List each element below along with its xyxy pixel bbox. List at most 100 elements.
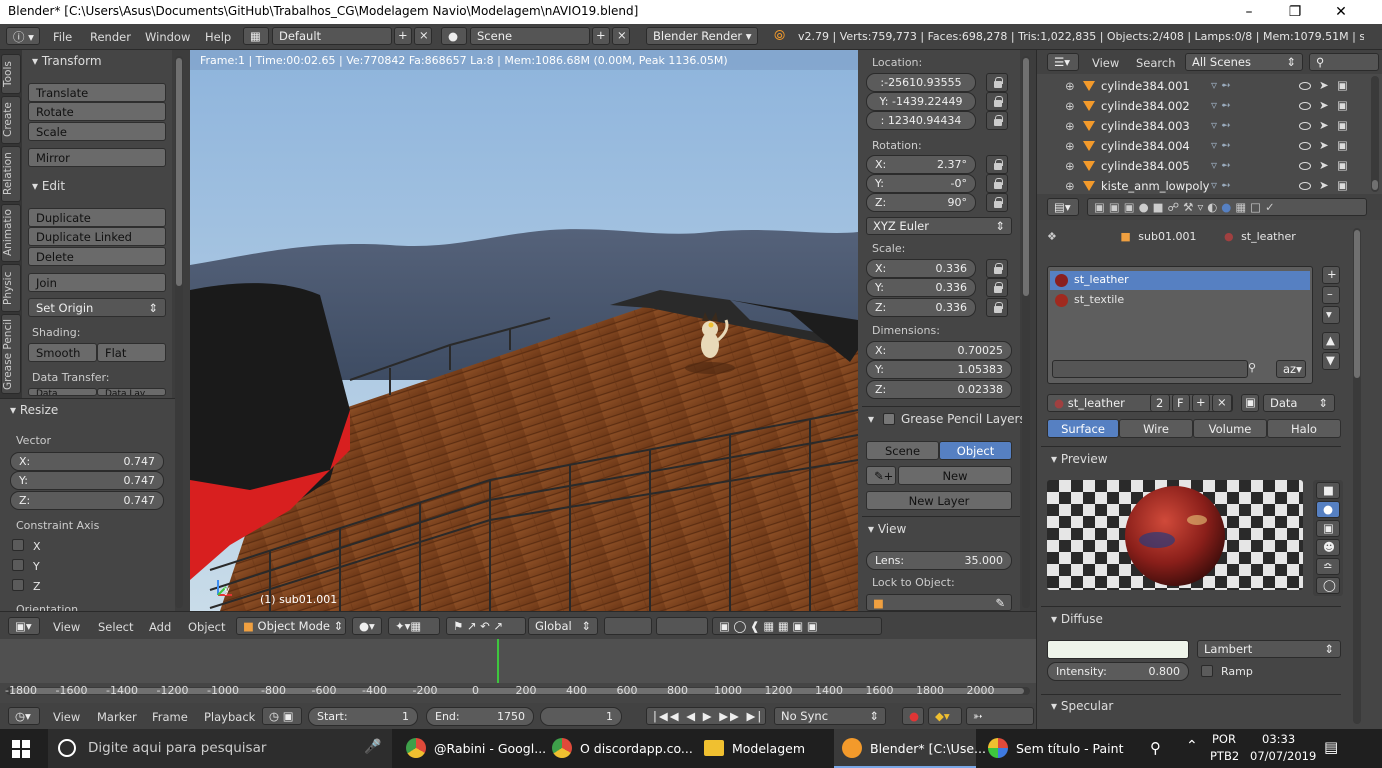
add-layout-icon[interactable]: + (394, 27, 412, 45)
tab-relation[interactable]: Relation (1, 146, 21, 202)
gp-new-button[interactable]: New (898, 466, 1012, 485)
dimension-z-field[interactable]: Z: 0.02338 (866, 380, 1012, 399)
render-camera-icon[interactable]: ▣ (1337, 178, 1348, 192)
lock-location-z-icon[interactable] (986, 111, 1008, 130)
outliner-row[interactable]: ⊕ cylinde384.002 ▿ ➻ ➤ ▣ (1063, 96, 1381, 116)
modifier-wrench-icon[interactable]: ▿ ➻ (1211, 98, 1231, 112)
flat-button[interactable]: Flat (97, 343, 166, 362)
notification-icon[interactable]: ▤ (1324, 738, 1338, 756)
layout-grid-icon[interactable]: ▦ (243, 27, 269, 45)
timeline[interactable]: -1800 -1600 -1400 -1200 -1000 -800 -600 -400 -20… (0, 639, 1036, 703)
scale-z-field[interactable]: Z: 0.336 (866, 298, 976, 317)
pin-icon[interactable]: ❖ (1047, 230, 1057, 243)
modifier-wrench-icon[interactable]: ▿ ➻ (1211, 78, 1231, 92)
record-icon[interactable]: ● (902, 707, 924, 725)
lock-scale-x-icon[interactable] (986, 259, 1008, 278)
lock-rotation-x-icon[interactable] (986, 155, 1008, 174)
rotation-y-field[interactable]: Y: -0° (866, 174, 976, 193)
expand-icon[interactable]: ⊕ (1065, 179, 1075, 193)
menu-help[interactable]: Help (205, 30, 231, 44)
visibility-eye-icon[interactable] (1299, 182, 1311, 190)
playback-controls[interactable]: |◀◀ ◀ ▶ ▶▶ ▶| (646, 707, 766, 725)
snap-and-render-icons[interactable]: ▣ ◯ ❰ ▦ ▦ ▣ ▣ (712, 617, 882, 635)
menu-render[interactable]: Render (90, 30, 131, 44)
material-slot-row[interactable]: st_leather (1050, 271, 1310, 290)
preview-sphere-icon[interactable]: ● (1316, 501, 1340, 518)
pivot-point-icon[interactable]: ✦▾▦ (388, 617, 440, 635)
rotation-x-field[interactable]: X: 2.37° (866, 155, 976, 174)
start-frame-field[interactable]: Start: 1 (308, 707, 418, 726)
link-select[interactable]: Data ⇕ (1263, 394, 1335, 412)
remove-scene-icon[interactable]: × (612, 27, 630, 45)
transform-orientation-select[interactable]: Global ⇕ (528, 617, 598, 635)
data-button[interactable]: Data (28, 388, 97, 396)
material-filter-input[interactable] (1052, 360, 1248, 378)
tool-shelf-scroll-thumb[interactable] (176, 58, 182, 286)
current-frame-field[interactable]: 1 (540, 707, 622, 726)
lock-location-y-icon[interactable] (986, 92, 1008, 111)
modifier-wrench-icon[interactable]: ▿ ➻ (1211, 178, 1231, 192)
expand-icon[interactable]: ⊕ (1065, 79, 1075, 93)
visibility-eye-icon[interactable] (1299, 122, 1311, 130)
expand-icon[interactable]: ⊕ (1065, 139, 1075, 153)
taskbar-app-chrome-2[interactable]: O discordapp.co... (544, 729, 693, 768)
transform-panel-header[interactable]: ▾ Transform (32, 54, 102, 68)
resize-panel-header[interactable]: ▾ Resize (10, 403, 58, 417)
tab-tools[interactable]: Tools (1, 54, 21, 94)
intensity-field[interactable]: Intensity: 0.800 (1047, 662, 1189, 681)
visibility-eye-icon[interactable] (1299, 142, 1311, 150)
render-engine-select[interactable]: Blender Render ▾ (646, 27, 758, 45)
tl-menu-view[interactable]: View (53, 710, 80, 724)
mode-select[interactable]: ■ Object Mode ⇕ (236, 617, 346, 635)
preview-range-icons[interactable]: ◷ ▣ (262, 707, 302, 725)
display-mode-select[interactable]: All Scenes ⇕ (1185, 53, 1303, 71)
lock-scale-z-icon[interactable] (986, 298, 1008, 317)
tl-menu-playback[interactable]: Playback (204, 710, 255, 724)
tl-menu-marker[interactable]: Marker (97, 710, 137, 724)
preview-panel-header[interactable]: ▾ Preview (1051, 452, 1108, 466)
outliner-menu-search[interactable]: Search (1136, 56, 1176, 70)
outliner-item-label[interactable]: kiste_anm_lowpoly (1101, 179, 1209, 193)
scale-button[interactable]: Scale (28, 122, 166, 141)
diffuse-panel-header[interactable]: ▾ Diffuse (1051, 612, 1103, 626)
info-editor-type-icon[interactable]: ⓘ ▾ (6, 27, 40, 45)
filter-search-icon[interactable]: ⚲ (1248, 361, 1256, 374)
dimension-x-field[interactable]: X: 0.70025 (866, 341, 1012, 360)
users-count[interactable]: 2 (1150, 394, 1170, 412)
outliner-row[interactable]: ⊕ cylinde384.001 ▿ ➻ ➤ ▣ (1063, 76, 1381, 96)
manipulator-icons[interactable]: ⚑ ↗ ↶ ↗ (446, 617, 526, 635)
preview-plane-icon[interactable]: ■ (1316, 482, 1340, 499)
delete-button[interactable]: Delete (28, 247, 166, 266)
select-arrow-icon[interactable]: ➤ (1319, 78, 1329, 92)
expand-icon[interactable]: ⊕ (1065, 99, 1075, 113)
outliner-row[interactable]: ⊕ cylinde384.003 ▿ ➻ ➤ ▣ (1063, 116, 1381, 136)
outliner-row[interactable]: ⊕ cylinde384.005 ▿ ➻ ➤ ▣ (1063, 156, 1381, 176)
constraint-z-checkbox[interactable] (12, 579, 24, 591)
location-x-field[interactable]: :-25610.93555 (866, 73, 976, 92)
select-arrow-icon[interactable]: ➤ (1319, 158, 1329, 172)
keying-set-icon[interactable]: ◆▾ (928, 707, 962, 725)
rotation-mode-select[interactable]: XYZ Euler ⇕ (866, 217, 1012, 235)
taskbar-app-explorer[interactable]: Modelagem (696, 729, 832, 768)
render-camera-icon[interactable]: ▣ (1337, 118, 1348, 132)
data-layers-button[interactable]: Data Lay (97, 388, 166, 396)
mirror-button[interactable]: Mirror (28, 148, 166, 167)
preview-hair-icon[interactable]: ≏ (1316, 558, 1340, 575)
clock-date[interactable]: 07/07/2019 (1250, 749, 1316, 763)
smooth-button[interactable]: Smooth (28, 343, 97, 362)
outliner-scroll-thumb[interactable] (1372, 180, 1378, 190)
modifier-wrench-icon[interactable]: ▿ ➻ (1211, 118, 1231, 132)
gp-pencil-icon[interactable]: ✎+ (866, 466, 896, 485)
duplicate-button[interactable]: Duplicate (28, 208, 166, 227)
sync-select[interactable]: No Sync ⇕ (774, 707, 886, 725)
halo-tab[interactable]: Halo (1267, 419, 1341, 438)
layers-grid-2[interactable] (656, 617, 708, 635)
timeline-editor-type-icon[interactable]: ◷▾ (8, 707, 40, 725)
select-arrow-icon[interactable]: ➤ (1319, 98, 1329, 112)
join-button[interactable]: Join (28, 273, 166, 292)
menu-window[interactable]: Window (145, 30, 190, 44)
properties-context-tabs[interactable]: ▣▣▣●■☍⚒▿◐●▦□✓ (1087, 198, 1367, 216)
properties-scroll-thumb[interactable] (1354, 230, 1360, 378)
resize-x-field[interactable]: X: 0.747 (10, 452, 164, 471)
modifier-wrench-icon[interactable]: ▿ ➻ (1211, 138, 1231, 152)
